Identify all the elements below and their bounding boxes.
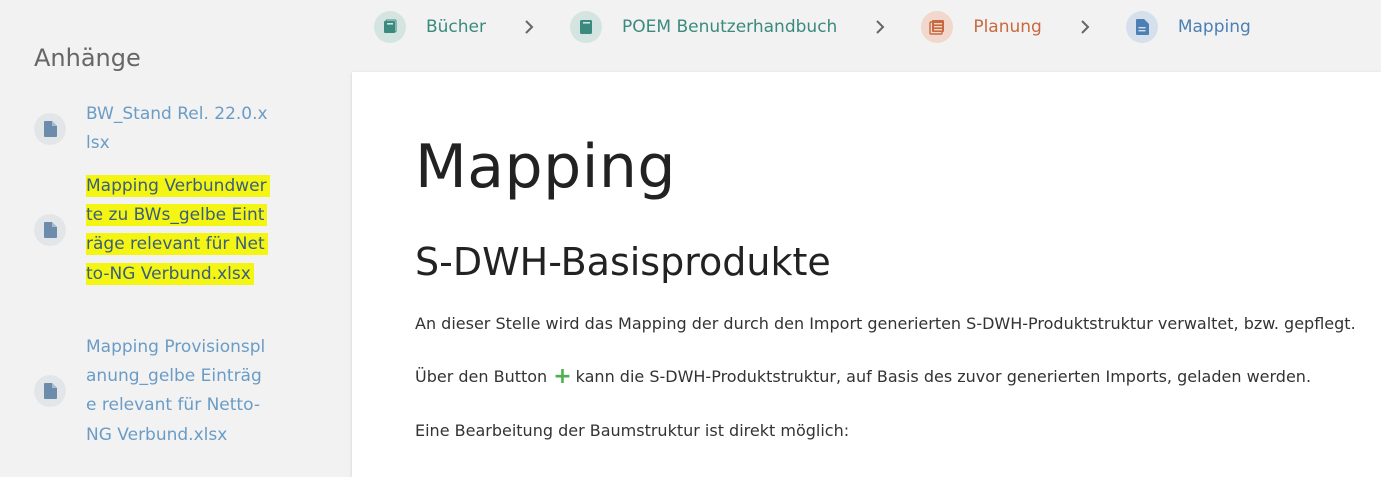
file-icon (34, 375, 66, 408)
paragraph-text: Über den Button (415, 367, 548, 386)
file-icon (34, 214, 66, 247)
paragraph: An dieser Stelle wird das Mapping der du… (415, 314, 1356, 333)
page-title: Mapping (415, 132, 676, 202)
breadcrumb-books[interactable]: Bücher (374, 11, 486, 43)
breadcrumb-chapter[interactable]: Planung (921, 11, 1042, 43)
section-heading: S-DWH-Basisprodukte (415, 240, 831, 284)
breadcrumb-label: Bücher (426, 17, 487, 37)
file-icon (34, 113, 66, 146)
attachment-item[interactable]: BW_Stand Rel. 22.0.xlsx (34, 100, 271, 158)
paragraph: Eine Bearbeitung der Baumstruktur ist di… (415, 421, 850, 440)
attachments-title: Anhänge (34, 44, 141, 72)
page: Anhänge BW_Stand Rel. 22.0.xlsx Mapping … (0, 0, 1381, 477)
attachment-label[interactable]: BW_Stand Rel. 22.0.xlsx (86, 100, 271, 158)
highlight-marker: Mapping Verbundwerte zu BWs_gelbe Einträ… (86, 175, 270, 285)
breadcrumb-label: Planung (973, 17, 1042, 37)
chevron-right-icon (875, 20, 885, 34)
breadcrumb-label: Mapping (1177, 17, 1251, 37)
paragraph-text: kann die S-DWH-Produktstruktur, auf Basi… (575, 367, 1312, 386)
breadcrumb-label: POEM Benutzerhandbuch (622, 17, 838, 37)
chevron-right-icon (1080, 20, 1090, 34)
attachment-item-highlighted[interactable]: Mapping Verbundwerte zu BWs_gelbe Einträ… (34, 172, 271, 289)
attachment-label[interactable]: Mapping Provisionsplanung_gelbe Einträge… (86, 333, 271, 450)
breadcrumb-page[interactable]: Mapping (1125, 11, 1251, 43)
page-content: Mapping S-DWH-Basisprodukte An dieser St… (352, 72, 1381, 477)
sidebar: Anhänge BW_Stand Rel. 22.0.xlsx Mapping … (0, 0, 352, 477)
attachment-label[interactable]: Mapping Verbundwerte zu BWs_gelbe Einträ… (86, 172, 271, 289)
paragraph: Über den Button + kann die S-DWH-Produktst… (415, 364, 1311, 389)
chapter-icon (921, 11, 954, 43)
breadcrumb: Bücher POEM Benutzerhandbuch Planung Map… (374, 10, 1251, 44)
breadcrumb-book[interactable]: POEM Benutzerhandbuch (570, 11, 837, 43)
chevron-right-icon (524, 20, 534, 34)
book-icon (570, 11, 603, 43)
bookshelf-icon (374, 11, 406, 43)
add-icon[interactable]: + (553, 364, 571, 389)
attachment-item[interactable]: Mapping Provisionsplanung_gelbe Einträge… (34, 333, 271, 450)
page-icon (1125, 11, 1158, 43)
